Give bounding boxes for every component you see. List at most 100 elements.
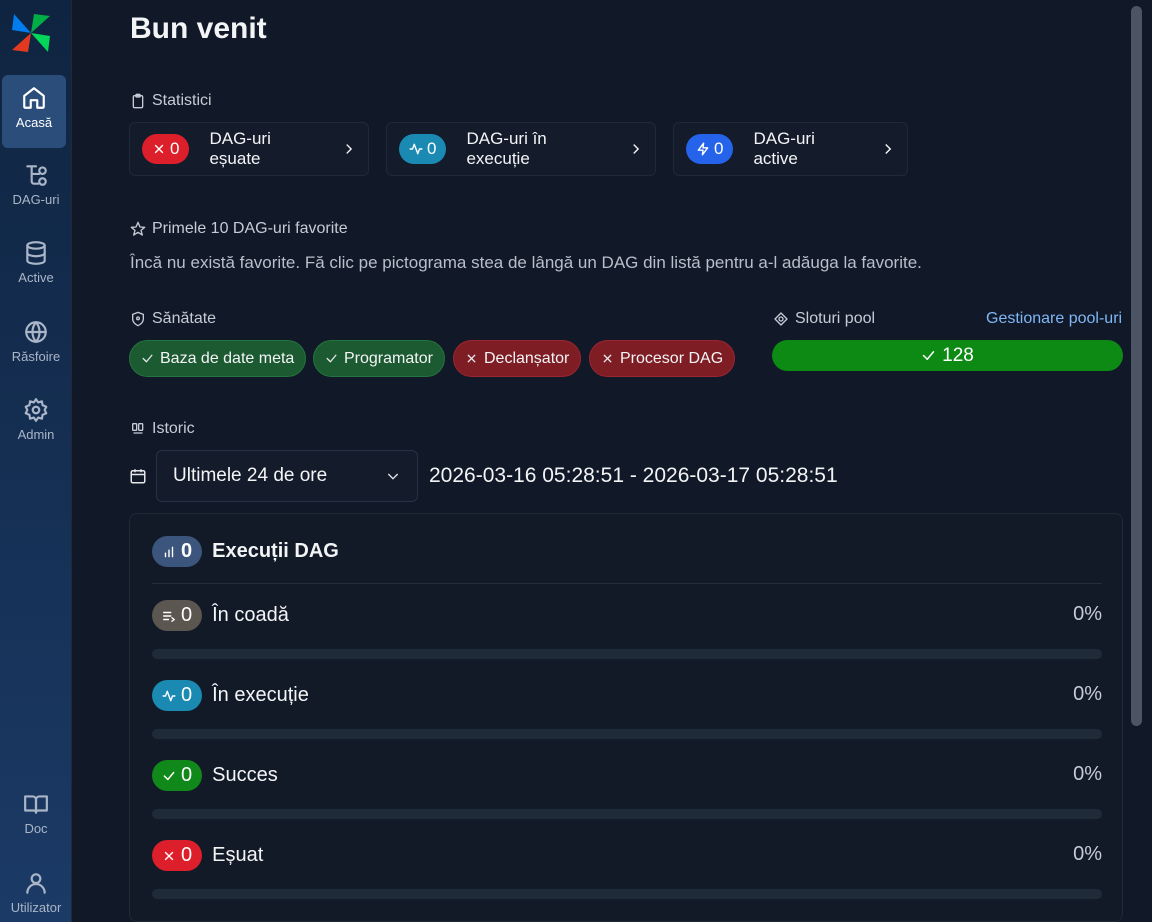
health-badge-metadatabase: Baza de date meta xyxy=(129,340,307,377)
favorites-empty-text: Încă nu există favorite. Fă clic pe pict… xyxy=(130,253,922,272)
health-section-label: Sănătate xyxy=(130,310,216,328)
sidebar: Acasă DAG-uri Active Răsfoire Admin Doc … xyxy=(0,0,72,922)
activity-icon xyxy=(409,143,423,155)
vertical-scrollbar[interactable] xyxy=(1131,6,1142,726)
success-label: Succes xyxy=(212,764,278,786)
queued-count: 0 xyxy=(181,604,193,626)
active-count: 0 xyxy=(714,139,724,158)
manage-pools-link[interactable]: Gestionare pool-uri xyxy=(986,310,1122,328)
chevron-right-icon xyxy=(632,144,639,154)
airflow-logo[interactable] xyxy=(8,10,54,56)
stats-section-label: Statistici xyxy=(130,92,212,110)
health-badge-scheduler: Programator xyxy=(313,340,445,377)
dag-runs-total: 0 xyxy=(181,540,193,562)
sidebar-item-docs[interactable]: Doc xyxy=(0,791,72,836)
active-dags-label: DAG-uri active xyxy=(753,129,815,168)
sidebar-item-admin[interactable]: Admin xyxy=(0,397,72,442)
failed-runs-count-pill: 0 xyxy=(152,840,203,871)
failed-runs-label: Eșuat xyxy=(212,844,264,866)
running-runs-count-pill: 0 xyxy=(152,680,203,711)
sidebar-item-browse[interactable]: Răsfoire xyxy=(0,319,72,364)
running-dags-label: DAG-uri în execuție xyxy=(466,129,547,168)
health-badge-label: Declanșator xyxy=(484,349,570,367)
history-label: Istoric xyxy=(152,420,195,437)
sidebar-item-user[interactable]: Utilizator xyxy=(0,870,72,915)
failed-count-pill: 0 xyxy=(142,134,190,164)
success-progress-track xyxy=(152,809,1102,819)
check-icon xyxy=(922,351,935,360)
failed-dags-label: DAG-uri eșuate xyxy=(209,129,271,168)
target-icon xyxy=(774,312,788,326)
queue-icon xyxy=(163,611,175,622)
stats-label: Statistici xyxy=(152,92,212,109)
run-row-failed[interactable]: 0 Eșuat 0% xyxy=(152,840,1102,900)
sidebar-item-label: Active xyxy=(18,270,54,285)
queued-count-pill: 0 xyxy=(152,600,203,631)
dag-runs-title: Execuții DAG xyxy=(212,540,339,562)
check-icon xyxy=(326,354,337,363)
bolt-icon xyxy=(697,142,709,156)
favorites-section-label: Primele 10 DAG-uri favorite xyxy=(130,220,348,238)
gear-icon xyxy=(24,398,48,422)
health-badge-dag-processor: Procesor DAG xyxy=(589,340,736,377)
running-runs-label: În execuție xyxy=(212,684,309,706)
active-dags-card[interactable]: 0 DAG-uri active xyxy=(673,122,908,176)
globe-icon xyxy=(25,321,47,343)
running-runs-count: 0 xyxy=(181,684,193,706)
health-badge-label: Procesor DAG xyxy=(620,349,724,367)
x-icon xyxy=(154,144,164,154)
sidebar-item-dags[interactable]: DAG-uri xyxy=(0,162,72,207)
sidebar-item-label: Admin xyxy=(17,427,55,442)
chevron-right-icon xyxy=(884,144,891,154)
main-content: Bun venit Statistici 0 DAG-uri eșuate 0 … xyxy=(72,0,1132,922)
x-icon xyxy=(164,851,174,860)
pool-slots-bar[interactable]: 128 xyxy=(772,340,1123,371)
run-row-queued[interactable]: 0 În coadă 0% xyxy=(152,600,1102,660)
bar-chart-icon xyxy=(164,546,174,557)
dags-icon xyxy=(26,165,47,186)
shield-icon xyxy=(132,311,144,327)
running-progress-track xyxy=(152,729,1102,739)
sidebar-item-home[interactable]: Acasă xyxy=(2,75,66,148)
dag-runs-total-pill: 0 xyxy=(152,536,203,567)
health-badge-triggerer: Declanșator xyxy=(453,340,582,377)
failed-count: 0 xyxy=(170,139,180,158)
pool-label: Sloturi pool xyxy=(795,310,876,327)
sidebar-item-label: Utilizator xyxy=(10,900,62,915)
user-icon xyxy=(26,873,46,894)
run-row-success[interactable]: 0 Succes 0% xyxy=(152,760,1102,820)
activity-icon xyxy=(162,690,176,701)
success-percent: 0% xyxy=(1073,763,1102,785)
pool-open-slots: 128 xyxy=(942,344,974,366)
failed-runs-percent: 0% xyxy=(1073,843,1102,865)
database-icon xyxy=(26,241,46,265)
home-icon xyxy=(23,87,45,109)
sidebar-item-label: DAG-uri xyxy=(12,192,60,207)
running-count-pill: 0 xyxy=(399,134,447,164)
chevron-down-icon xyxy=(387,473,399,480)
sidebar-item-label: Acasă xyxy=(15,115,53,130)
failed-dags-card[interactable]: 0 DAG-uri eșuate xyxy=(129,122,369,176)
failed-progress-track xyxy=(152,889,1102,899)
running-dags-card[interactable]: 0 DAG-uri în execuție xyxy=(386,122,656,176)
pool-section-label: Sloturi pool xyxy=(773,310,875,328)
divider xyxy=(152,583,1102,584)
dag-runs-card: 0 Execuții DAG 0 În coadă 0% 0 În execuț… xyxy=(129,513,1123,922)
x-icon xyxy=(467,354,476,363)
history-icon xyxy=(132,423,144,434)
active-count-pill: 0 xyxy=(686,134,734,164)
book-icon xyxy=(24,795,48,814)
failed-runs-count: 0 xyxy=(181,844,193,866)
queued-label: În coadă xyxy=(212,604,289,626)
success-count-pill: 0 xyxy=(152,760,203,791)
time-range-select[interactable]: Ultimele 24 de ore xyxy=(156,450,418,502)
x-icon xyxy=(603,354,612,363)
star-icon xyxy=(130,221,146,236)
run-row-running[interactable]: 0 În execuție 0% xyxy=(152,680,1102,740)
queued-progress-track xyxy=(152,649,1102,659)
health-label: Sănătate xyxy=(152,310,217,327)
sidebar-item-assets[interactable]: Active xyxy=(0,240,72,285)
check-icon xyxy=(163,771,175,780)
sidebar-item-label: Doc xyxy=(24,821,48,836)
history-section-label: Istoric xyxy=(130,420,195,438)
